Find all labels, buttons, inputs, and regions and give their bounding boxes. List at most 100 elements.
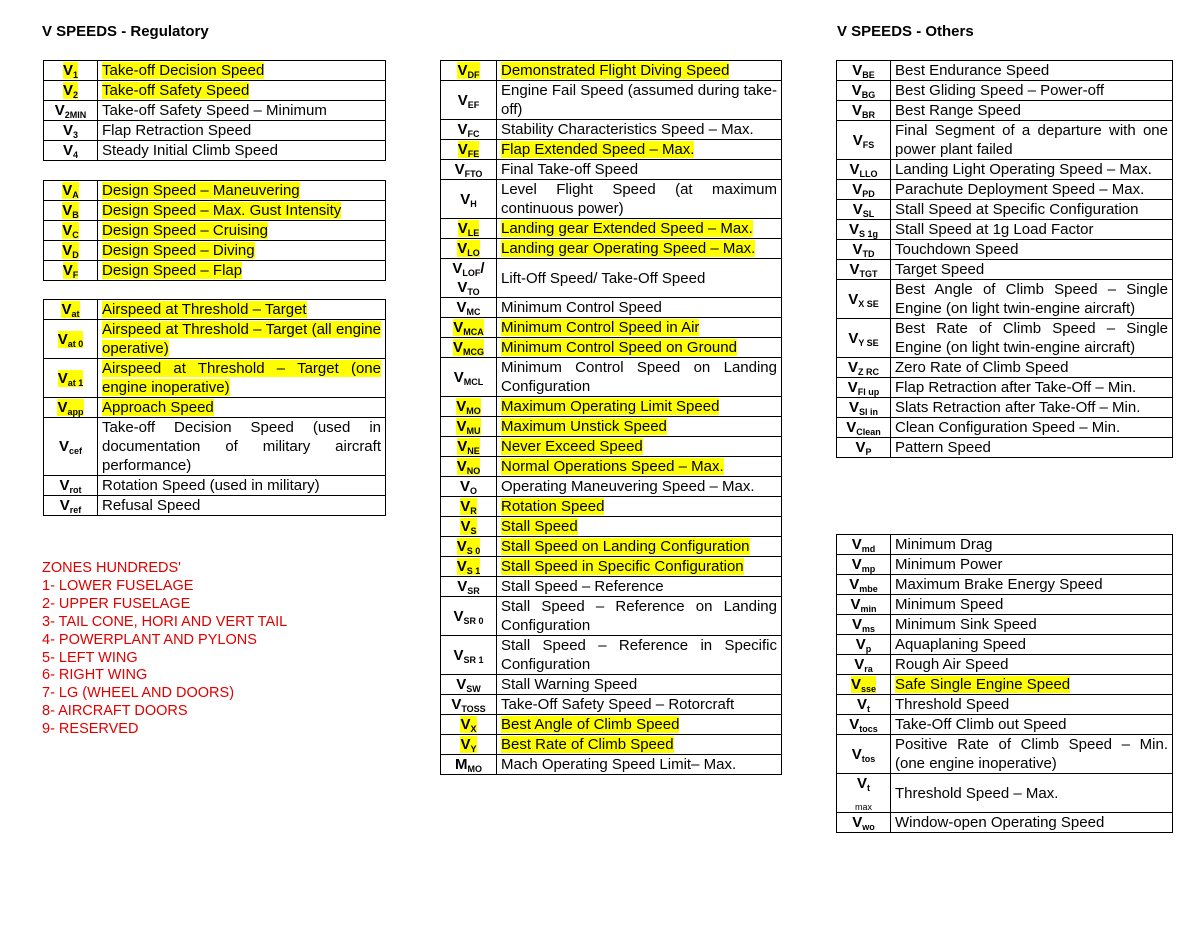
symbol-subscript: mp: [861, 564, 876, 574]
symbol-subscript: S 1: [466, 566, 481, 576]
speed-symbol: VS 0: [440, 536, 497, 557]
speed-symbol: VFS: [836, 120, 891, 160]
symbol-subscript: FE: [467, 149, 480, 159]
symbol-text: VY: [460, 736, 477, 754]
table-row: Vt Threshold Speed: [836, 694, 1173, 715]
table-row: VTOSS Take-Off Safety Speed – Rotorcraft: [440, 694, 782, 715]
symbol-text: VEF: [458, 92, 480, 110]
zone-item: 2- UPPER FUSELAGE: [42, 595, 191, 612]
speed-description: Design Speed – Max. Gust Intensity: [97, 200, 386, 221]
vspeed-table-design: VA Design Speed – Maneuvering VB Design Spe…: [43, 180, 386, 281]
speed-description: Window-open Operating Speed: [890, 812, 1173, 833]
table-row: VSW Stall Warning Speed: [440, 674, 782, 695]
symbol-base: V: [847, 379, 858, 396]
table-row: VBG Best Gliding Speed – Power-off: [836, 80, 1173, 101]
speed-symbol: MMO: [440, 754, 497, 775]
symbol-base: M: [455, 756, 468, 773]
speed-description: Flap Extended Speed – Max.: [496, 139, 782, 160]
speed-symbol: VSl in: [836, 397, 891, 418]
symbol-subscript: BG: [861, 90, 876, 100]
symbol-subscript: at 0: [67, 338, 84, 349]
symbol-subscript: SW: [466, 684, 481, 694]
speed-symbol: VLLO: [836, 159, 891, 180]
symbol-base: V: [460, 736, 471, 753]
speed-description: Operating Maneuvering Speed – Max.: [496, 476, 782, 497]
speed-description: Best Angle of Climb Speed – Single Engin…: [890, 279, 1173, 319]
symbol-base: V: [59, 477, 70, 494]
symbol-base: V: [848, 290, 859, 308]
table-row: VF Design Speed – Flap: [43, 260, 386, 281]
speed-description: Mach Operating Speed Limit– Max.: [496, 754, 782, 775]
speed-symbol: VFE: [440, 139, 497, 160]
description-text: Threshold Speed – Max.: [895, 784, 1059, 802]
symbol-base: V: [852, 62, 863, 79]
symbol-subscript: LO: [467, 248, 480, 258]
description-text: Level Flight Speed (at maximum continuou…: [501, 181, 777, 217]
table-row: Vra Rough Air Speed: [836, 654, 1173, 675]
speed-description: Zero Rate of Climb Speed: [890, 357, 1173, 378]
description-text: Design Speed – Maneuvering: [102, 182, 300, 199]
speed-description: Best Angle of Climb Speed: [496, 714, 782, 735]
speed-description: Threshold Speed – Max.: [890, 773, 1173, 813]
speed-symbol: VS 1g: [836, 219, 891, 240]
table-row: VFl up Flap Retraction after Take-Off – M…: [836, 377, 1173, 398]
symbol-text: VFC: [457, 121, 479, 139]
description-text: Best Angle of Climb Speed – Single Engin…: [895, 281, 1168, 317]
symbol-subscript: mbe: [859, 584, 878, 594]
description-text: Take-Off Safety Speed – Rotorcraft: [501, 696, 735, 713]
speed-description: Design Speed – Diving: [97, 240, 386, 261]
symbol-base: V: [852, 814, 863, 831]
speed-symbol: VMU: [440, 416, 497, 437]
symbol-subscript: FTO: [464, 169, 483, 179]
symbol-subscript: X: [470, 724, 477, 734]
description-text: Stall Speed – Reference on Landing Confi…: [501, 598, 777, 634]
symbol-subscript: A: [72, 190, 79, 200]
vspeed-table-approach: Vat Airspeed at Threshold – Target Vat 0 Ai…: [43, 299, 386, 516]
description-text: Best Endurance Speed: [895, 62, 1050, 79]
symbol-subscript: MO: [466, 406, 481, 416]
zone-item: 3- TAIL CONE, HORI AND VERT TAIL: [42, 613, 288, 630]
speed-description: Minimum Speed: [890, 594, 1173, 615]
speed-description: Airspeed at Threshold – Target (all engi…: [97, 319, 386, 359]
symbol-base: V: [855, 439, 866, 456]
description-text: Stability Characteristics Speed – Max.: [501, 121, 754, 138]
symbol-text: VTGT: [849, 261, 877, 279]
table-row: Vcef Take-off Decision Speed (used in doc…: [43, 417, 386, 476]
speed-symbol: VY SE: [836, 318, 891, 358]
speed-symbol: V3: [43, 120, 98, 141]
speed-description: Rotation Speed (used in military): [97, 475, 386, 496]
symbol-text: VBE: [852, 62, 875, 80]
speed-description: Positive Rate of Climb Speed – Min. (one…: [890, 734, 1173, 774]
description-text: Approach Speed: [102, 399, 214, 416]
speed-description: Parachute Deployment Speed – Max.: [890, 179, 1173, 200]
speed-description: Minimum Drag: [890, 534, 1173, 555]
speed-description: Rough Air Speed: [890, 654, 1173, 675]
symbol-base: V: [61, 301, 72, 318]
symbol-base: V: [851, 745, 862, 763]
table-row: V2 Take-off Safety Speed: [43, 80, 386, 101]
table-row: VC Design Speed – Cruising: [43, 220, 386, 241]
symbol-base: V: [852, 131, 863, 149]
speed-symbol: Vtos: [836, 734, 891, 774]
symbol-base: V: [459, 478, 470, 495]
symbol-subscript: S: [470, 526, 477, 536]
description-text: Best Range Speed: [895, 102, 1021, 119]
symbol-subscript: MCA: [463, 327, 484, 337]
table-row: V2MIN Take-off Safety Speed – Minimum: [43, 100, 386, 121]
symbol-subscript: MC: [466, 307, 481, 317]
table-row: VTGT Target Speed: [836, 259, 1173, 280]
speed-description: Stall Speed – Reference: [496, 576, 782, 597]
speed-description: Final Take-off Speed: [496, 159, 782, 180]
symbol-base: V: [59, 497, 70, 514]
symbol-base: V: [852, 181, 863, 198]
symbol-subscript: SR 0: [463, 615, 484, 626]
symbol-text: VLLO: [849, 161, 877, 179]
speed-description: Minimum Power: [890, 554, 1173, 575]
table-row: VS 0 Stall Speed on Landing Configuration: [440, 536, 782, 557]
symbol-subscript: tos: [861, 753, 876, 764]
description-text: Take-off Decision Speed (used in documen…: [102, 419, 381, 474]
symbol-subscript: O: [470, 486, 478, 496]
zone-item: 1- LOWER FUSELAGE: [42, 577, 194, 594]
zone-item: 8- AIRCRAFT DOORS: [42, 703, 188, 720]
symbol-subscript: 2: [73, 90, 79, 100]
